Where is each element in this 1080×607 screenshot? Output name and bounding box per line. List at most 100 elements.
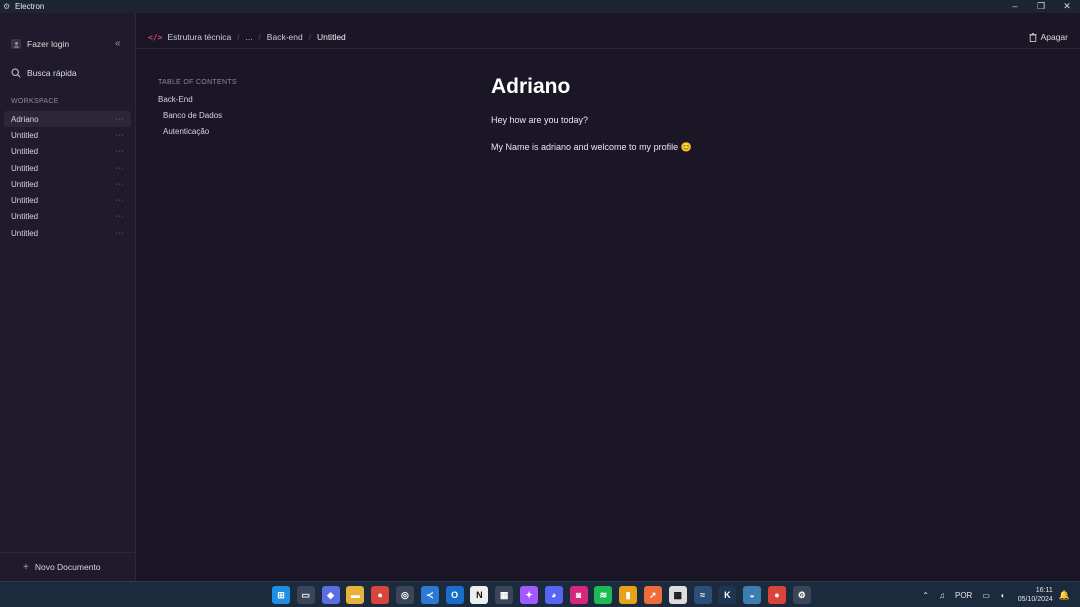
document-item[interactable]: Untitled ···: [4, 225, 131, 241]
table-of-contents: TABLE OF CONTENTS Back-End Banco de Dado…: [158, 79, 237, 143]
chrome-icon[interactable]: ●: [767, 586, 786, 604]
figma-icon[interactable]: ✦: [519, 586, 538, 604]
document-paragraph[interactable]: Hey how are you today?: [491, 115, 692, 125]
breadcrumb-separator: /: [308, 32, 311, 42]
instagram-icon[interactable]: ◙: [569, 586, 588, 604]
sidebar: Fazer login « Busca rápida WORKSPACE Adr…: [0, 13, 136, 581]
electron-icon[interactable]: ⚙: [792, 586, 811, 604]
plus-icon: +: [23, 561, 29, 573]
delete-label: Apagar: [1040, 32, 1068, 42]
toc-item[interactable]: Back-End: [158, 95, 237, 111]
document-item[interactable]: Untitled ···: [4, 192, 131, 208]
window-titlebar: ⚙ Electron – ❐ ✕: [0, 0, 1080, 13]
top-bar: </> Estrutura técnica / ... / Back-end /…: [136, 13, 1080, 49]
chevron-up-icon[interactable]: ⌃: [922, 591, 929, 600]
calendar-icon[interactable]: ▦: [495, 586, 514, 604]
document-item-label: Untitled: [11, 179, 39, 189]
more-icon[interactable]: ···: [116, 165, 125, 172]
file-explorer-icon[interactable]: ▬: [346, 586, 365, 604]
main-area: </> Estrutura técnica / ... / Back-end /…: [136, 13, 1080, 581]
app-icon[interactable]: ◒: [743, 586, 762, 604]
document-item-label: Untitled: [11, 130, 39, 140]
close-icon[interactable]: ✕: [1054, 0, 1080, 13]
new-document-label: Novo Documento: [34, 562, 101, 572]
breadcrumb-separator: /: [237, 32, 240, 42]
code-icon: </>: [148, 32, 163, 42]
microphone-icon[interactable]: ♫: [939, 591, 945, 600]
more-icon[interactable]: ···: [116, 197, 125, 204]
electron-app-icon: ⚙: [3, 1, 11, 11]
volume-icon[interactable]: ◖: [1000, 591, 1005, 600]
document-item[interactable]: Untitled ···: [4, 209, 131, 225]
document-item-label: Untitled: [11, 228, 39, 238]
login-button[interactable]: Fazer login: [11, 39, 69, 49]
breadcrumb: </> Estrutura técnica / ... / Back-end /…: [148, 32, 346, 42]
document-paragraph[interactable]: My Name is adriano and welcome to my pro…: [491, 142, 692, 153]
more-icon[interactable]: ···: [116, 148, 125, 155]
toc-heading: TABLE OF CONTENTS: [158, 79, 237, 86]
system-tray: ⌃ ♫ POR ▭ ◖ 16:11 05/10/2024 🔔: [917, 586, 1070, 604]
document-item[interactable]: Untitled ···: [4, 127, 131, 143]
user-icon: [11, 39, 21, 49]
delete-button[interactable]: Apagar: [1029, 32, 1068, 42]
document-item-label: Untitled: [11, 212, 39, 222]
breadcrumb-current: Untitled: [316, 32, 346, 42]
maximize-icon[interactable]: ❐: [1028, 0, 1054, 13]
window-controls: – ❐ ✕: [1002, 0, 1080, 13]
grid-app-icon[interactable]: ▩: [668, 586, 687, 604]
vscode-icon[interactable]: ≺: [420, 586, 439, 604]
breadcrumb-separator: /: [258, 32, 261, 42]
more-icon[interactable]: ···: [116, 181, 125, 188]
chrome-icon[interactable]: ●: [371, 586, 390, 604]
breadcrumb-ellipsis[interactable]: ...: [245, 32, 252, 42]
discord-icon[interactable]: ◕: [544, 586, 563, 604]
language-indicator[interactable]: POR: [955, 591, 972, 600]
outlook-icon[interactable]: O: [445, 586, 464, 604]
new-document-button[interactable]: + Novo Documento: [0, 552, 135, 581]
app-icon[interactable]: ≈: [693, 586, 712, 604]
document-item[interactable]: Untitled ···: [4, 160, 131, 176]
clock-time: 16:11: [1035, 587, 1053, 594]
spotify-icon[interactable]: ≋: [594, 586, 613, 604]
more-icon[interactable]: ···: [116, 230, 125, 237]
quick-search-label: Busca rápida: [27, 68, 77, 78]
taskbar-apps: ⊞ ▭ ◆ ▬ ● ◎ ≺ O N ▦ ✦ ◕ ◙ ≋ ▮ ➚ ▩ ≈ K ◒ …: [272, 586, 818, 604]
document-item-label: Adriano: [11, 114, 39, 124]
app-icon[interactable]: K: [718, 586, 737, 604]
notification-bell-icon[interactable]: 🔔: [1059, 590, 1070, 601]
notion-icon[interactable]: N: [470, 586, 489, 604]
document-editor[interactable]: Adriano Hey how are you today? My Name i…: [491, 75, 692, 170]
document-title[interactable]: Adriano: [491, 75, 692, 99]
toc-item[interactable]: Banco de Dados: [158, 111, 237, 127]
windows-start-icon[interactable]: ⊞: [272, 586, 290, 604]
app-body: Fazer login « Busca rápida WORKSPACE Adr…: [0, 13, 1080, 581]
clock-date: 05/10/2024: [1017, 596, 1053, 603]
search-icon: [11, 68, 21, 78]
task-view-icon[interactable]: ▭: [296, 586, 315, 604]
document-item[interactable]: Untitled ···: [4, 144, 131, 160]
os-taskbar: ⊞ ▭ ◆ ▬ ● ◎ ≺ O N ▦ ✦ ◕ ◙ ≋ ▮ ➚ ▩ ≈ K ◒ …: [0, 581, 1080, 607]
document-list: Adriano ··· Untitled ··· Untitled ··· Untit…: [4, 111, 131, 241]
more-icon[interactable]: ···: [116, 132, 125, 139]
minimize-icon[interactable]: –: [1002, 0, 1028, 13]
workspace-heading: WORKSPACE: [11, 98, 59, 105]
collapse-sidebar-icon[interactable]: «: [115, 39, 125, 50]
postman-icon[interactable]: ➚: [643, 586, 662, 604]
more-icon[interactable]: ···: [116, 116, 125, 123]
more-icon[interactable]: ···: [116, 213, 125, 220]
copilot-icon[interactable]: ◆: [321, 586, 340, 604]
breadcrumb-item[interactable]: Estrutura técnica: [167, 32, 231, 42]
trash-icon: [1029, 32, 1037, 42]
power-bi-icon[interactable]: ▮: [619, 586, 638, 604]
breadcrumb-item[interactable]: Back-end: [267, 32, 303, 42]
quick-search-button[interactable]: Busca rápida: [11, 68, 77, 78]
login-label: Fazer login: [27, 39, 70, 49]
document-item[interactable]: Adriano ···: [4, 111, 131, 128]
document-item-label: Untitled: [11, 147, 39, 157]
network-icon[interactable]: ▭: [982, 591, 990, 600]
document-item[interactable]: Untitled ···: [4, 176, 131, 192]
app-icon[interactable]: ◎: [395, 586, 414, 604]
toc-item[interactable]: Autenticação: [158, 127, 237, 143]
clock[interactable]: 16:11 05/10/2024: [1018, 586, 1053, 604]
window-title: Electron: [15, 2, 45, 11]
